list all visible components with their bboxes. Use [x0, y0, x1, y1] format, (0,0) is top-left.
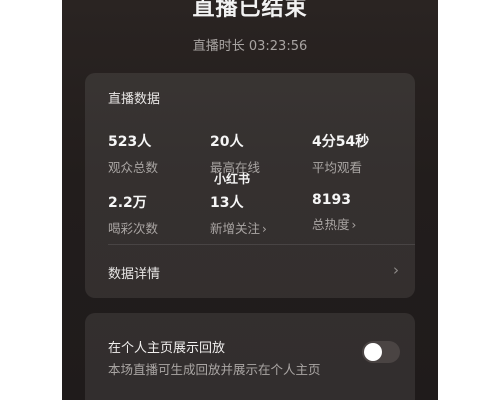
stat-value: 13人 [210, 195, 244, 211]
replay-card: 在个人主页展示回放 本场直播可生成回放并展示在个人主页 [85, 313, 415, 400]
live-duration: 直播时长 03:23:56 [192, 39, 308, 54]
stat-label: 平均观看 [312, 160, 363, 175]
chevron-right-icon[interactable]: › [393, 261, 399, 279]
xiaohongshu-watermark: 小红书 [214, 172, 251, 186]
toggle-knob [364, 343, 382, 361]
chevron-right-icon: › [351, 218, 357, 232]
replay-title: 在个人主页展示回放 [108, 341, 226, 356]
stat-new-followers[interactable]: 13人 新增关注 › [210, 192, 305, 237]
stat-avg-watch: 4分54秒 平均观看 [312, 131, 407, 176]
stat-label: 喝彩次数 [108, 221, 159, 236]
replay-toggle[interactable] [362, 341, 400, 363]
stat-total-heat[interactable]: 8193 总热度 › [312, 192, 407, 233]
stat-label: 新增关注 [210, 221, 261, 236]
stat-value: 20人 [210, 134, 244, 150]
replay-description: 本场直播可生成回放并展示在个人主页 [108, 362, 321, 377]
stat-label-row: 总热度 › [312, 214, 407, 233]
live-data-title: 直播数据 [108, 92, 161, 107]
page-title: 直播已结束 [192, 0, 308, 21]
chevron-right-icon: › [262, 222, 267, 236]
stat-label: 总热度 [312, 217, 350, 232]
stat-cheers: 2.2万 喝彩次数 [108, 192, 203, 237]
divider [108, 244, 415, 245]
stat-value: 2.2万 [108, 195, 147, 211]
stat-total-viewers: 523人 观众总数 [108, 131, 203, 176]
stat-value: 8193 [312, 192, 351, 208]
stat-label-row: 新增关注 › [210, 218, 305, 237]
data-details-row[interactable]: 数据详情 [108, 263, 160, 282]
live-ended-screen: 直播已结束 直播时长 03:23:56 直播数据 523人 观众总数 20人 最… [62, 0, 438, 400]
stat-value: 4分54秒 [312, 134, 370, 150]
stat-value: 523人 [108, 134, 152, 150]
stat-label: 观众总数 [108, 160, 159, 175]
